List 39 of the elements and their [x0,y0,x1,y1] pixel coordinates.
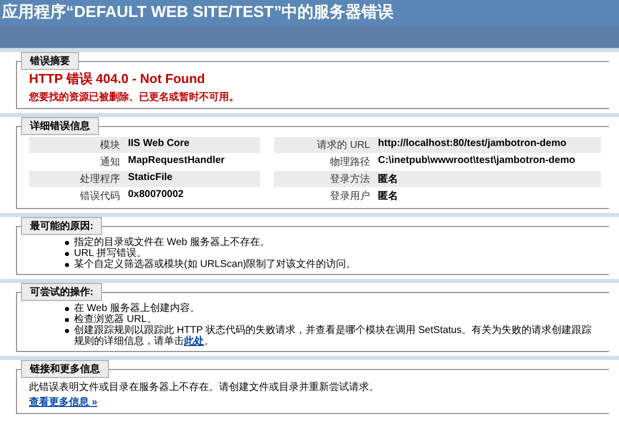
field-label: 通知 [99,156,121,170]
field-value: http://localhost:80/test/jambotron-demo [374,137,601,153]
section-legend: 可尝试的操作: [21,283,102,301]
list-item-text: URL 拼写错误。 [74,248,146,259]
field-value: IIS Web Core [124,137,260,153]
bullet-icon [65,241,69,245]
list-item-text: 检查浏览器 URL。 [74,314,157,325]
field-label: 登录用户 [329,190,371,204]
field-value: C:\inetpub\wwwroot\test\jambotron-demo [377,154,576,168]
error-heading: HTTP 错误 404.0 - Not Found [29,70,206,88]
field-label: 错误代码 [79,190,121,204]
section-legend: 详细错误信息 [21,117,99,135]
field-label: 模块 [29,137,124,153]
section-legend: 最可能的原因: [21,217,102,235]
error-message: 您要找的资源已被删除、已更名或暂时不可用。 [29,90,240,104]
here-link[interactable]: 此处 [184,336,204,347]
field-label: 物理路径 [329,156,371,170]
bullet-icon [65,318,69,322]
section-legend: 链接和更多信息 [21,360,109,378]
list-item-text: 在 Web 服务器上创建内容。 [74,303,200,314]
info-text: 此错误表明文件或目录在服务器上不存在。请创建文件或目录并重新尝试请求。 [29,380,380,394]
bullet-icon [65,263,69,267]
section-legend: 错误摘要 [21,52,79,70]
field-value: MapRequestHandler [127,154,226,168]
field-value: 匿名 [377,190,399,204]
bullet-icon [65,252,69,256]
list-item-text: 创建跟踪规则以跟踪此 HTTP 状态代码的失败请求，并查看是哪个模块在调用 SetStatus。有关为失败的请求创建跟踪规则的详细信息，请单击此处。 [74,325,593,347]
field-value: 匿名 [374,171,601,187]
field-value: 0x80070002 [127,188,185,202]
field-label: 请求的 URL [274,137,374,153]
page-title: 应用程序“DEFAULT WEB SITE/TEST”中的服务器错误 [0,0,619,26]
bullet-icon [65,329,69,333]
list-item-text: 某个自定义筛选器或模块(如 URLScan)限制了对该文件的访问。 [74,259,356,270]
bullet-icon [65,307,69,311]
field-label: 处理程序 [29,171,124,187]
list-item-text: 指定的目录或文件在 Web 服务器上不存在。 [74,237,270,248]
more-info-link[interactable]: 查看更多信息 » [29,397,98,408]
field-label: 登录方法 [274,171,374,187]
field-value: StaticFile [124,171,260,187]
